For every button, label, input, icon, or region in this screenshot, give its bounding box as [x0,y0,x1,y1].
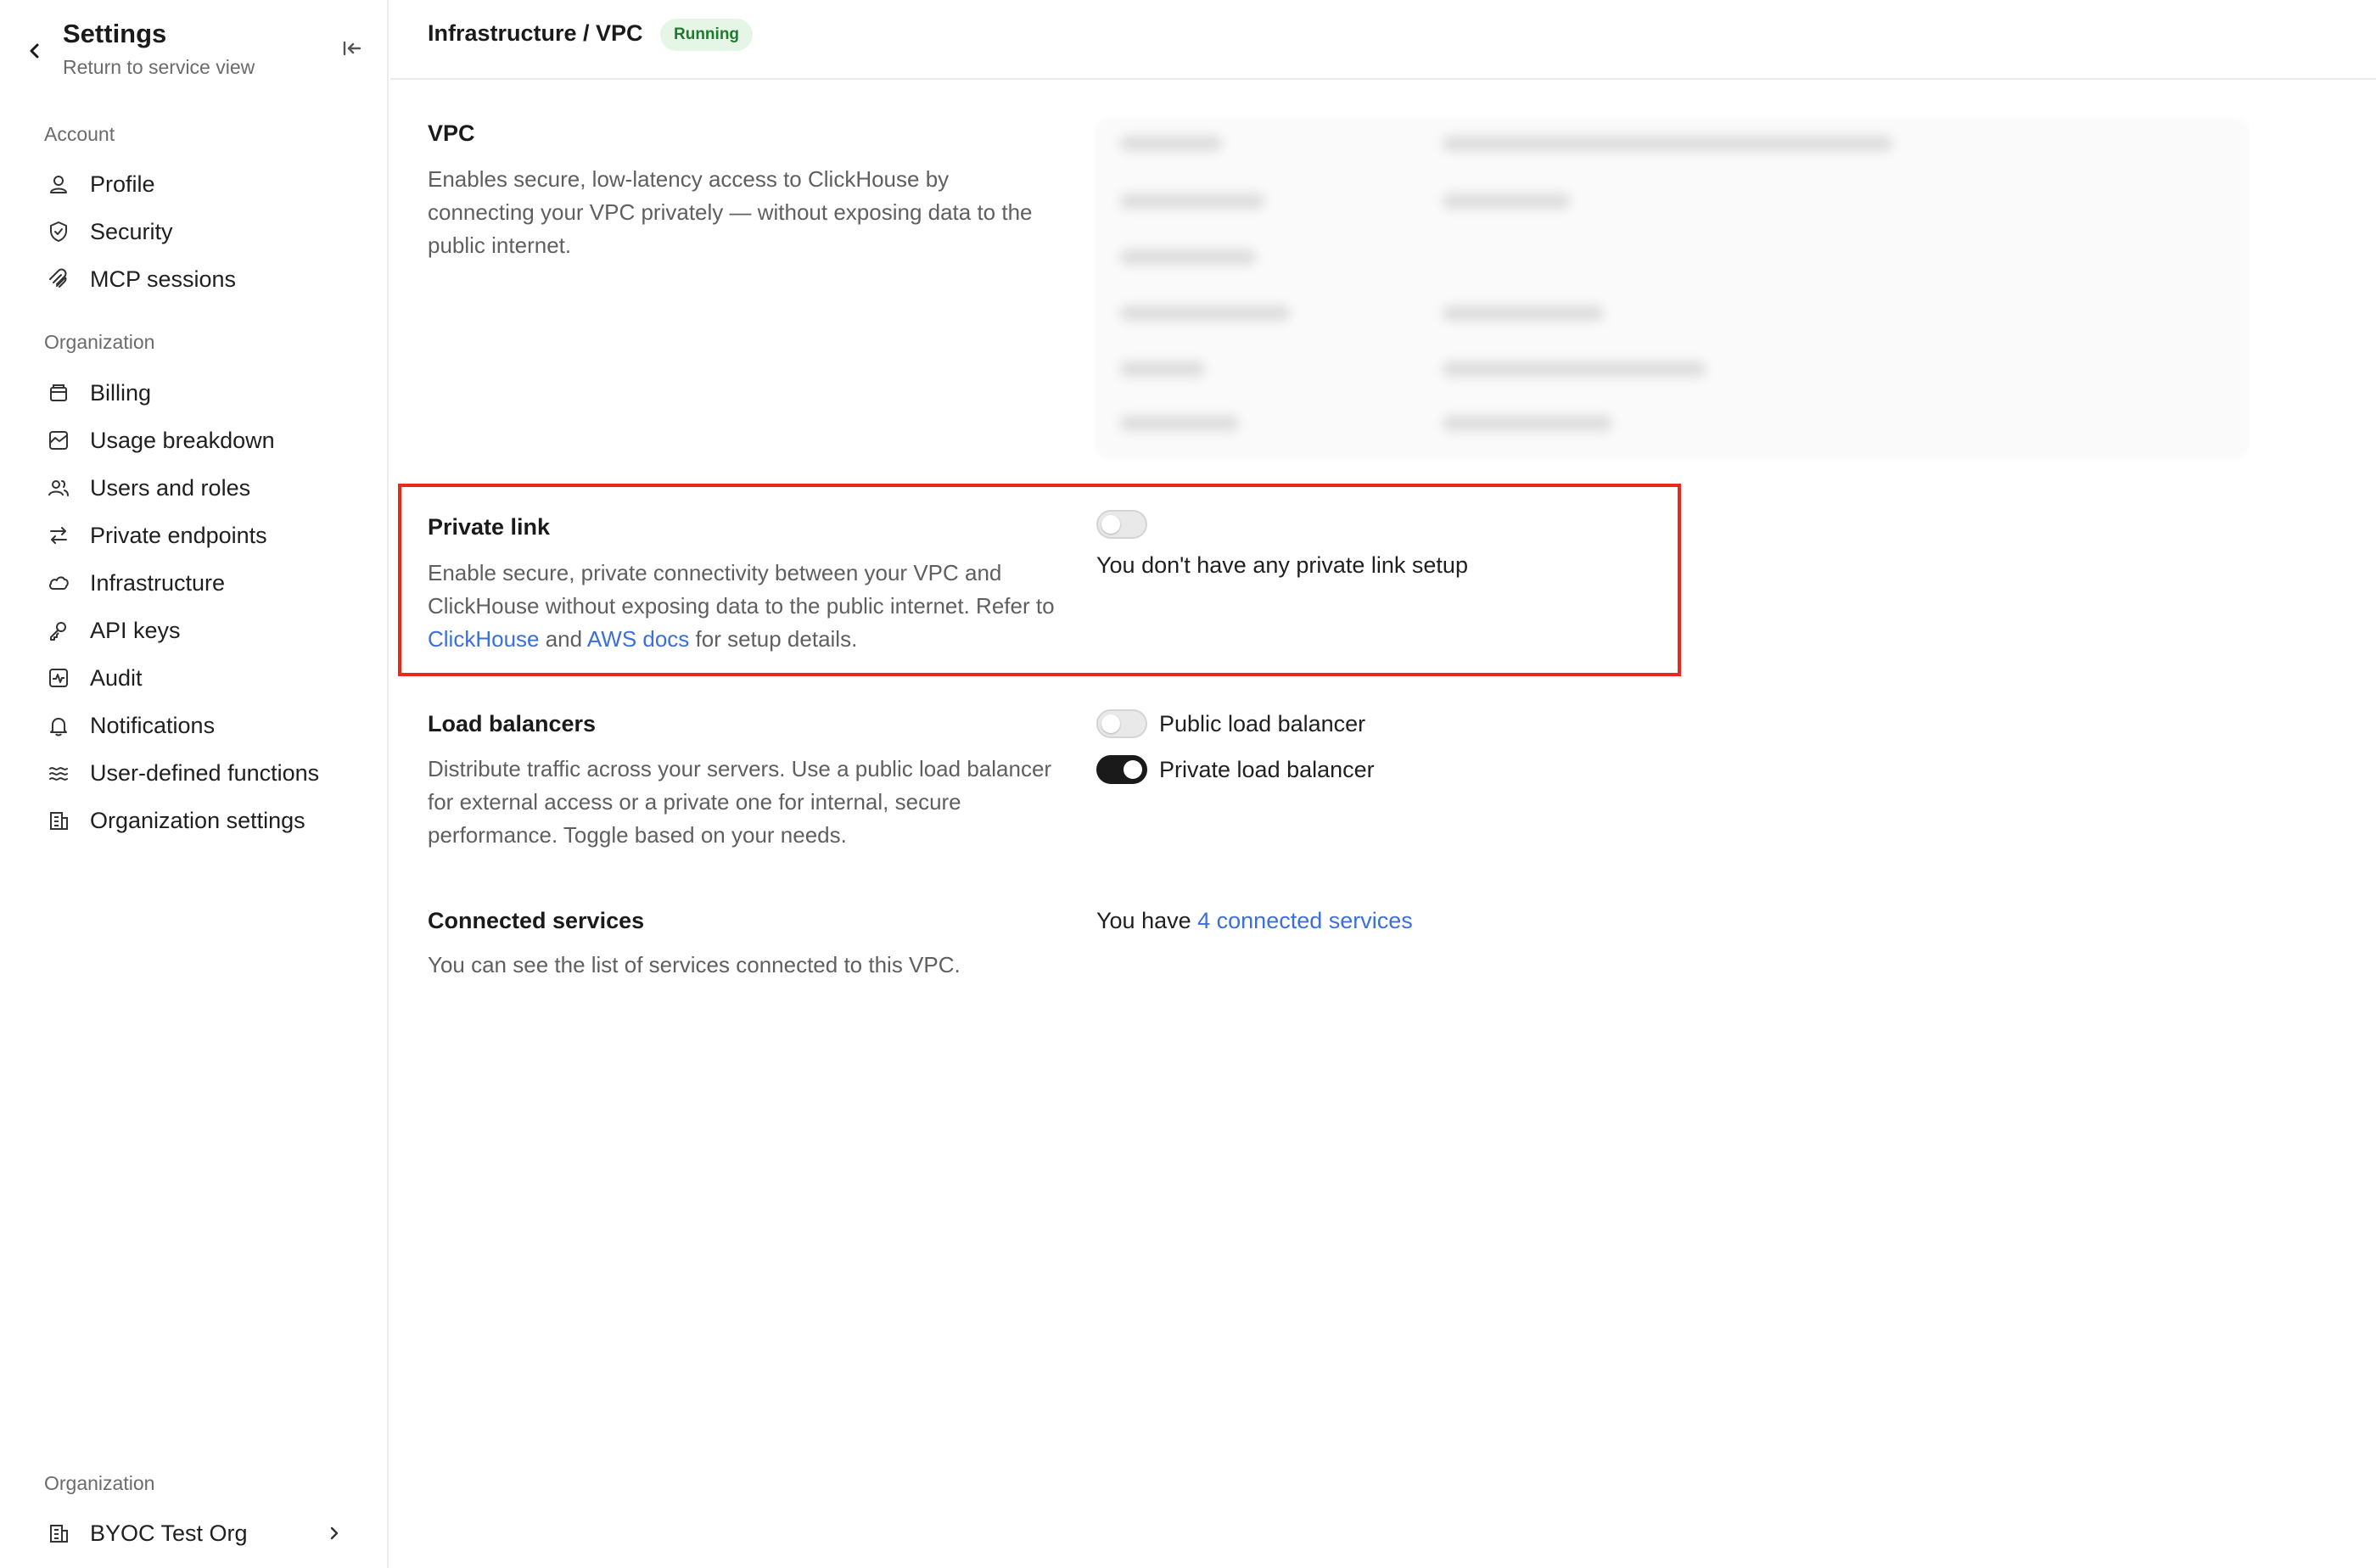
mcp-icon [44,265,73,294]
sidebar-title: Settings [63,19,167,48]
vpc-section-title: VPC [428,120,475,146]
arrows-icon [44,521,73,550]
public-load-balancer-toggle[interactable] [1096,709,1147,738]
private-link-toggle[interactable] [1096,510,1147,539]
back-chevron-icon[interactable] [24,34,46,68]
account-section-label: Account [44,123,115,145]
private-link-desc-text: Enable secure, private connectivity betw… [428,560,1055,619]
sidebar-item-notifications[interactable]: Notifications [37,706,360,745]
breadcrumb: Infrastructure / VPC [428,20,643,46]
clickhouse-docs-link[interactable]: ClickHouse [428,626,540,652]
sidebar-item-label: Audit [90,664,143,691]
sidebar-item-infrastructure[interactable]: Infrastructure [37,563,360,602]
load-balancers-title: Load balancers [428,711,597,736]
billing-icon [44,378,73,407]
sidebar-item-label: User-defined functions [90,759,320,786]
sidebar-item-organization-settings[interactable]: Organization settings [37,801,360,840]
sidebar-item-label: Notifications [90,712,216,738]
footer-organization-label: Organization [44,1472,155,1494]
bell-icon [44,711,73,740]
aws-docs-link[interactable]: AWS docs [587,626,689,652]
sidebar: Settings Return to service view Account … [0,0,389,1568]
sidebar-item-mcp-sessions[interactable]: MCP sessions [37,260,360,299]
building-icon [44,1519,73,1548]
sidebar-item-label: MCP sessions [90,266,237,292]
vpc-section-description: Enables secure, low-latency access to Cl… [428,166,1033,258]
chevron-right-icon [324,1523,345,1543]
private-load-balancer-label: Private load balancer [1159,757,1375,782]
private-link-desc-text: for setup details. [689,626,858,652]
return-to-service-link[interactable]: Return to service view [63,56,255,79]
sidebar-item-usage-breakdown[interactable]: Usage breakdown [37,421,360,460]
cloud-icon [44,568,73,597]
sidebar-item-label: Profile [90,171,155,197]
chart-icon [44,426,73,455]
sidebar-header: Settings Return to service view [24,19,372,87]
load-balancers-description: Distribute traffic across your servers. … [428,756,1052,848]
sidebar-item-audit[interactable]: Audit [37,658,360,697]
user-icon [44,170,73,199]
sidebar-item-api-keys[interactable]: API keys [37,611,360,650]
organization-name: BYOC Test Org [90,1520,248,1546]
organization-section-label: Organization [44,331,155,353]
building-icon [44,806,73,835]
sidebar-item-billing[interactable]: Billing [37,373,360,412]
connected-services-description: You can see the list of services connect… [428,952,961,977]
page-header: Infrastructure / VPC Running [390,0,2376,80]
connected-services-summary: You have 4 connected services [1096,908,1413,934]
sidebar-item-private-endpoints[interactable]: Private endpoints [37,516,360,555]
connected-services-title: Connected services [428,908,645,933]
connected-services-link[interactable]: 4 connected services [1197,908,1413,933]
vpc-details-panel [1095,119,2249,458]
sidebar-item-label: Security [90,218,173,244]
shield-icon [44,217,73,246]
sidebar-item-label: Infrastructure [90,569,226,596]
organization-switcher[interactable]: BYOC Test Org [37,1514,351,1553]
sidebar-item-label: Usage breakdown [90,427,275,453]
connected-services-prefix: You have [1096,908,1198,933]
users-icon [44,473,73,502]
sidebar-item-label: Private endpoints [90,522,267,548]
status-badge: Running [660,19,754,51]
sidebar-item-label: Organization settings [90,807,305,833]
private-link-status: You don't have any private link setup [1096,552,1468,578]
audit-icon [44,664,73,692]
sidebar-item-label: Users and roles [90,474,251,501]
sidebar-item-label: Billing [90,379,152,406]
sidebar-item-user-defined-functions[interactable]: User-defined functions [37,753,360,792]
private-link-desc-text: and [539,626,587,652]
functions-icon [44,759,73,787]
private-link-title: Private link [428,514,551,540]
sidebar-item-users-and-roles[interactable]: Users and roles [37,468,360,507]
private-link-description: Enable secure, private connectivity betw… [428,557,1056,656]
sidebar-item-profile[interactable]: Profile [37,165,360,204]
public-load-balancer-label: Public load balancer [1159,711,1366,736]
key-icon [44,616,73,645]
collapse-sidebar-icon[interactable] [339,36,365,61]
private-load-balancer-toggle[interactable] [1096,755,1147,784]
sidebar-item-label: API keys [90,617,181,643]
sidebar-item-security[interactable]: Security [37,212,360,251]
